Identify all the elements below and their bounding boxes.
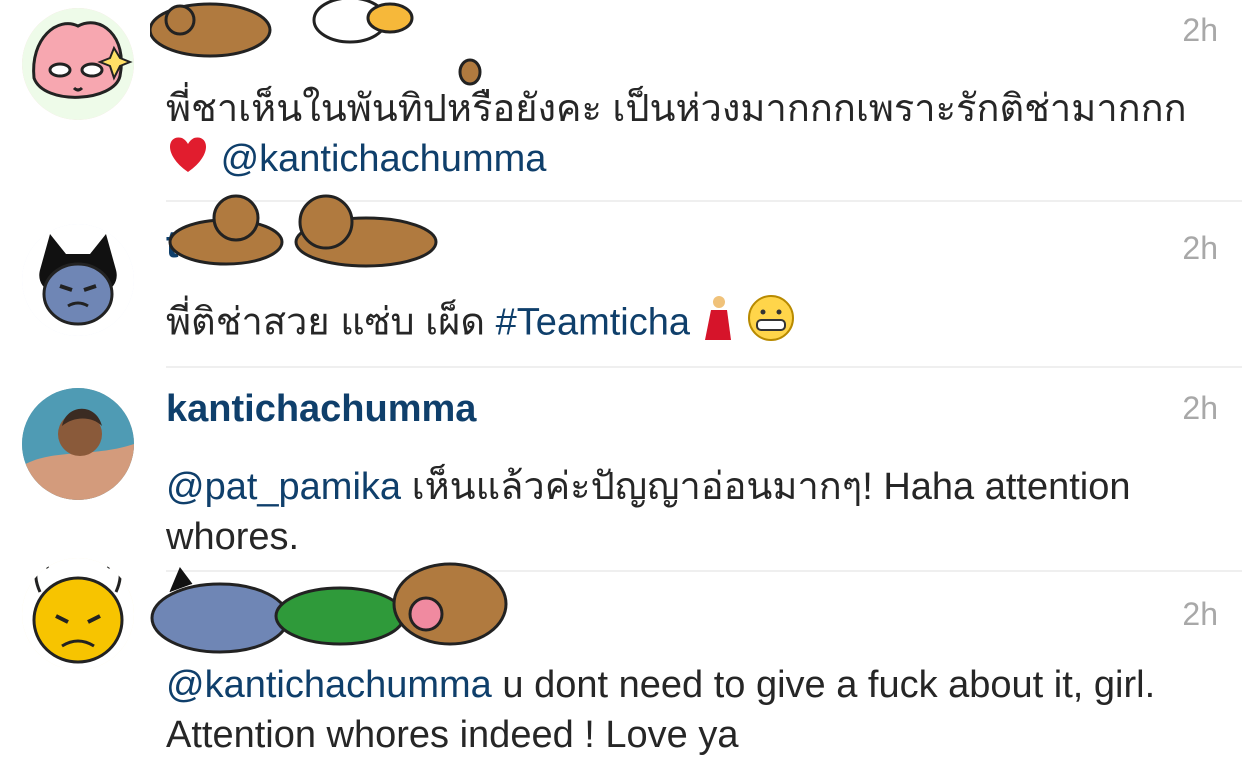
comment-username[interactable]: kantichachumma bbox=[166, 388, 476, 431]
comment-text: พี่ติช่าสวย แซ่บ เผ็ด #Teamticha bbox=[166, 294, 1206, 355]
bear-sticker-icon bbox=[150, 0, 482, 86]
peach-sticker-avatar-icon bbox=[22, 8, 134, 120]
friends-sticker-icon bbox=[150, 562, 508, 654]
hashtag-link[interactable]: #Teamticha bbox=[496, 302, 690, 344]
comment-1: 2h พี่ชาเห็นในพันทิปหรือยังคะ เป็นห่วงมา… bbox=[0, 0, 1242, 202]
comment-4: 2h @kantichachumma u dont need to give a… bbox=[0, 558, 1242, 768]
comment-text: @kantichachumma u dont need to give a fu… bbox=[166, 660, 1206, 760]
avatar[interactable] bbox=[22, 8, 134, 120]
avatar[interactable] bbox=[22, 558, 134, 670]
cat-sticker-avatar-icon bbox=[22, 224, 134, 336]
avatar[interactable] bbox=[22, 388, 134, 500]
comment-text: @pat_pamika เห็นแล้วค่ะปัญญาอ่อนมากๆ! Ha… bbox=[166, 462, 1206, 562]
comment-body: พี่ติช่าสวย แซ่บ เผ็ด bbox=[166, 301, 486, 344]
comment-3: kantichachumma 2h @pat_pamika เห็นแล้วค่… bbox=[0, 368, 1242, 572]
comment-text: พี่ชาเห็นในพันทิปหรือยังคะ เป็นห่วงมากกก… bbox=[166, 84, 1206, 187]
avatar[interactable] bbox=[22, 224, 134, 336]
comment-time: 2h bbox=[1182, 390, 1218, 426]
dancer-icon bbox=[701, 294, 737, 355]
mention-link[interactable]: @kantichachumma bbox=[221, 138, 547, 180]
mention-link[interactable]: @pat_pamika bbox=[166, 466, 401, 508]
comment-2: to 2h พี่ติช่าสวย แซ่บ เผ็ด #Teamticha bbox=[0, 194, 1242, 368]
comment-time: 2h bbox=[1182, 230, 1218, 266]
comment-time: 2h bbox=[1182, 12, 1218, 48]
comment-time: 2h bbox=[1182, 596, 1218, 632]
mention-link[interactable]: @kantichachumma bbox=[166, 664, 492, 706]
rabbit-sticker-avatar-icon bbox=[22, 558, 134, 670]
heart-icon bbox=[166, 134, 210, 187]
grin-icon bbox=[747, 294, 795, 355]
profile-photo-icon bbox=[22, 388, 134, 500]
dog-sticker-icon bbox=[168, 194, 438, 268]
comment-body: พี่ชาเห็นในพันทิปหรือยังคะ เป็นห่วงมากกก… bbox=[166, 88, 1187, 130]
